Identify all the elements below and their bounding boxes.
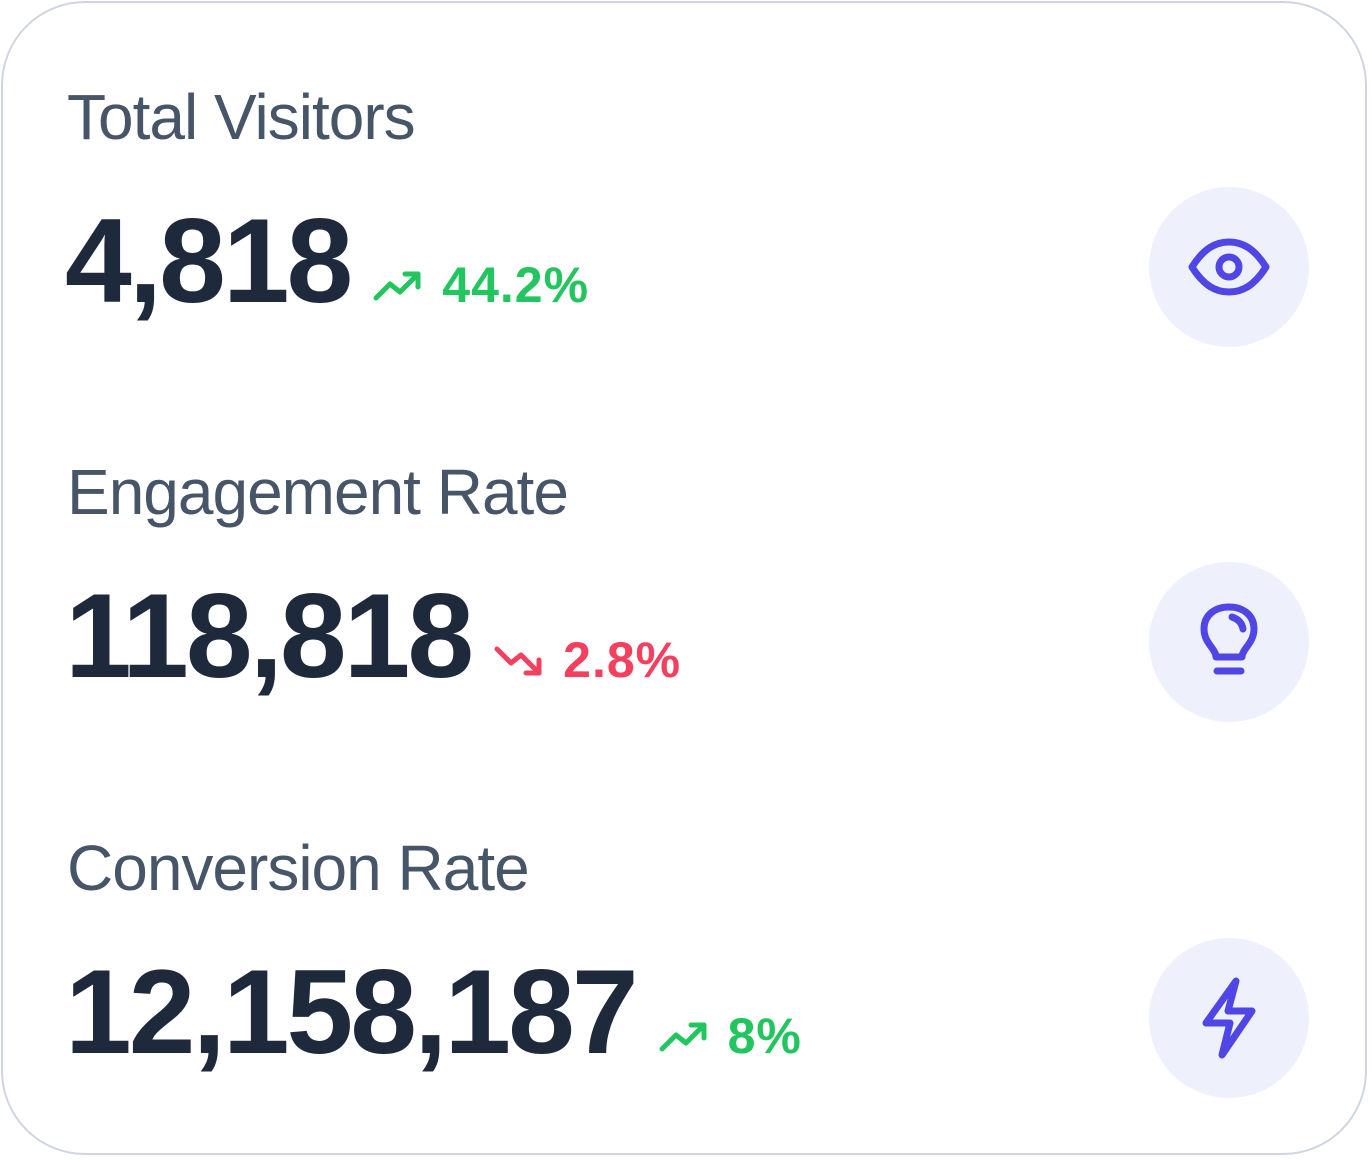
metric-value: 118,818	[65, 569, 474, 703]
metric-change: 44.2%	[372, 260, 589, 310]
metric-engagement-rate: Engagement Rate 118,818 2.8%	[3, 378, 1369, 738]
metric-label: Engagement Rate	[67, 456, 569, 528]
metric-conversion-rate: Conversion Rate 12,158,187 8%	[3, 754, 1369, 1114]
metric-label: Conversion Rate	[67, 832, 530, 904]
trending-up-icon	[372, 266, 424, 306]
metric-value: 12,158,187	[65, 945, 639, 1079]
stats-card: Total Visitors 4,818 44.2% Engagement Ra	[1, 1, 1367, 1155]
eye-icon-badge	[1149, 187, 1309, 347]
lightbulb-icon-badge	[1149, 562, 1309, 722]
lightning-bolt-icon	[1202, 977, 1256, 1059]
lightbulb-icon	[1200, 603, 1258, 675]
metric-change-value: 44.2%	[442, 257, 590, 313]
metric-label: Total Visitors	[67, 81, 416, 153]
metric-value-row: 4,818 44.2%	[65, 201, 589, 341]
trending-down-icon	[493, 641, 545, 681]
metric-value: 4,818	[65, 194, 353, 328]
metric-change-value: 8%	[727, 1008, 802, 1064]
metric-change: 8%	[658, 1011, 802, 1061]
metric-value-row: 118,818 2.8%	[65, 576, 681, 716]
metric-change-value: 2.8%	[563, 632, 682, 688]
eye-icon	[1188, 238, 1270, 296]
lightning-bolt-icon-badge	[1149, 938, 1309, 1098]
metric-total-visitors: Total Visitors 4,818 44.2%	[3, 3, 1369, 363]
metric-change: 2.8%	[493, 635, 681, 685]
metric-value-row: 12,158,187 8%	[65, 952, 802, 1092]
trending-up-icon	[658, 1017, 710, 1057]
